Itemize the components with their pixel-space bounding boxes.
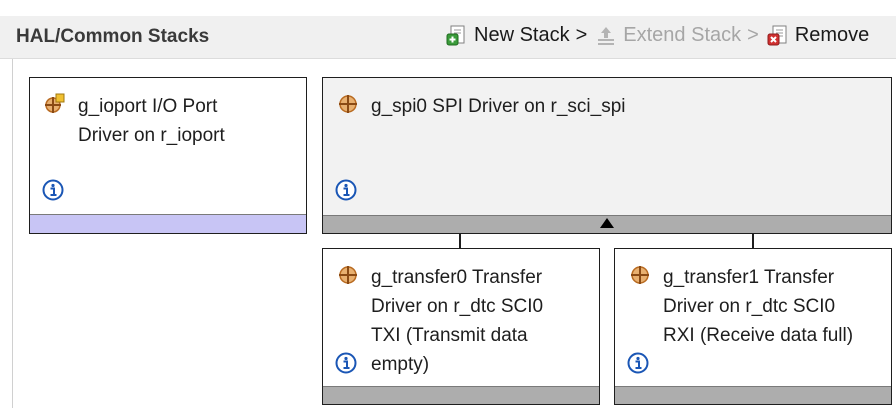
module-title-line: g_transfer1 Transfer	[663, 267, 835, 288]
extend-stack-separator: >	[747, 24, 759, 46]
module-title-line: Driver on r_dtc SCI0	[371, 296, 544, 317]
new-stack-icon	[446, 25, 465, 45]
info-icon[interactable]	[627, 352, 649, 374]
module-gear-icon	[339, 95, 357, 113]
module-title-line: g_spi0 SPI Driver on r_sci_spi	[371, 96, 626, 117]
module-title-line: Driver on r_dtc SCI0	[663, 296, 836, 317]
module-g-transfer1[interactable]: g_transfer1 Transfer Driver on r_dtc SCI…	[614, 248, 892, 405]
module-footer-bar	[323, 386, 599, 404]
module-footer-bar	[323, 215, 891, 233]
module-g-spi0[interactable]: g_spi0 SPI Driver on r_sci_spi	[322, 77, 892, 234]
module-gear-icon	[339, 266, 357, 284]
module-gear-icon	[45, 93, 65, 113]
module-g-ioport[interactable]: g_ioport I/O Port Driver on r_ioport	[29, 77, 307, 234]
stack-toolbar: New Stack > Extend Stack > Remove	[446, 24, 869, 47]
module-title: g_spi0 SPI Driver on r_sci_spi	[371, 92, 879, 121]
module-title-line: g_ioport I/O Port	[78, 96, 218, 117]
panel-title: HAL/Common Stacks	[16, 26, 210, 47]
module-title: g_transfer1 Transfer Driver on r_dtc SCI…	[663, 263, 879, 350]
remove-label: Remove	[794, 24, 870, 46]
module-gear-icon	[631, 266, 649, 284]
remove-icon	[767, 25, 787, 45]
stack-canvas: g_ioport I/O Port Driver on r_ioport g_s…	[12, 59, 896, 408]
stack-connector	[459, 234, 461, 248]
module-title-line: TXI (Transmit data	[371, 325, 528, 346]
new-stack-label: New Stack	[474, 24, 570, 46]
info-icon[interactable]	[335, 352, 357, 374]
module-footer-bar	[30, 214, 306, 233]
collapse-arrow-icon[interactable]	[600, 218, 614, 228]
new-stack-button[interactable]: New Stack	[446, 24, 570, 47]
module-g-transfer0[interactable]: g_transfer0 Transfer Driver on r_dtc SCI…	[322, 248, 600, 405]
info-icon[interactable]	[42, 179, 64, 201]
new-stack-separator: >	[575, 24, 588, 46]
extend-stack-icon	[598, 26, 615, 45]
panel-header: HAL/Common Stacks New Stack > Extend Sta…	[0, 16, 896, 59]
extend-stack-label: Extend Stack	[623, 24, 742, 46]
extend-stack-button[interactable]: Extend Stack	[595, 24, 741, 47]
module-title-line: g_transfer0 Transfer	[371, 267, 543, 288]
module-footer-bar	[615, 386, 891, 404]
module-title-line: RXI (Receive data full)	[663, 325, 854, 346]
module-title: g_transfer0 Transfer Driver on r_dtc SCI…	[371, 263, 587, 379]
stack-connector	[752, 234, 754, 248]
info-icon[interactable]	[335, 179, 357, 201]
remove-button[interactable]: Remove	[767, 24, 869, 47]
module-title-line: Driver on r_ioport	[78, 125, 225, 146]
module-title: g_ioport I/O Port Driver on r_ioport	[78, 92, 294, 150]
module-title-line: empty)	[371, 354, 430, 375]
